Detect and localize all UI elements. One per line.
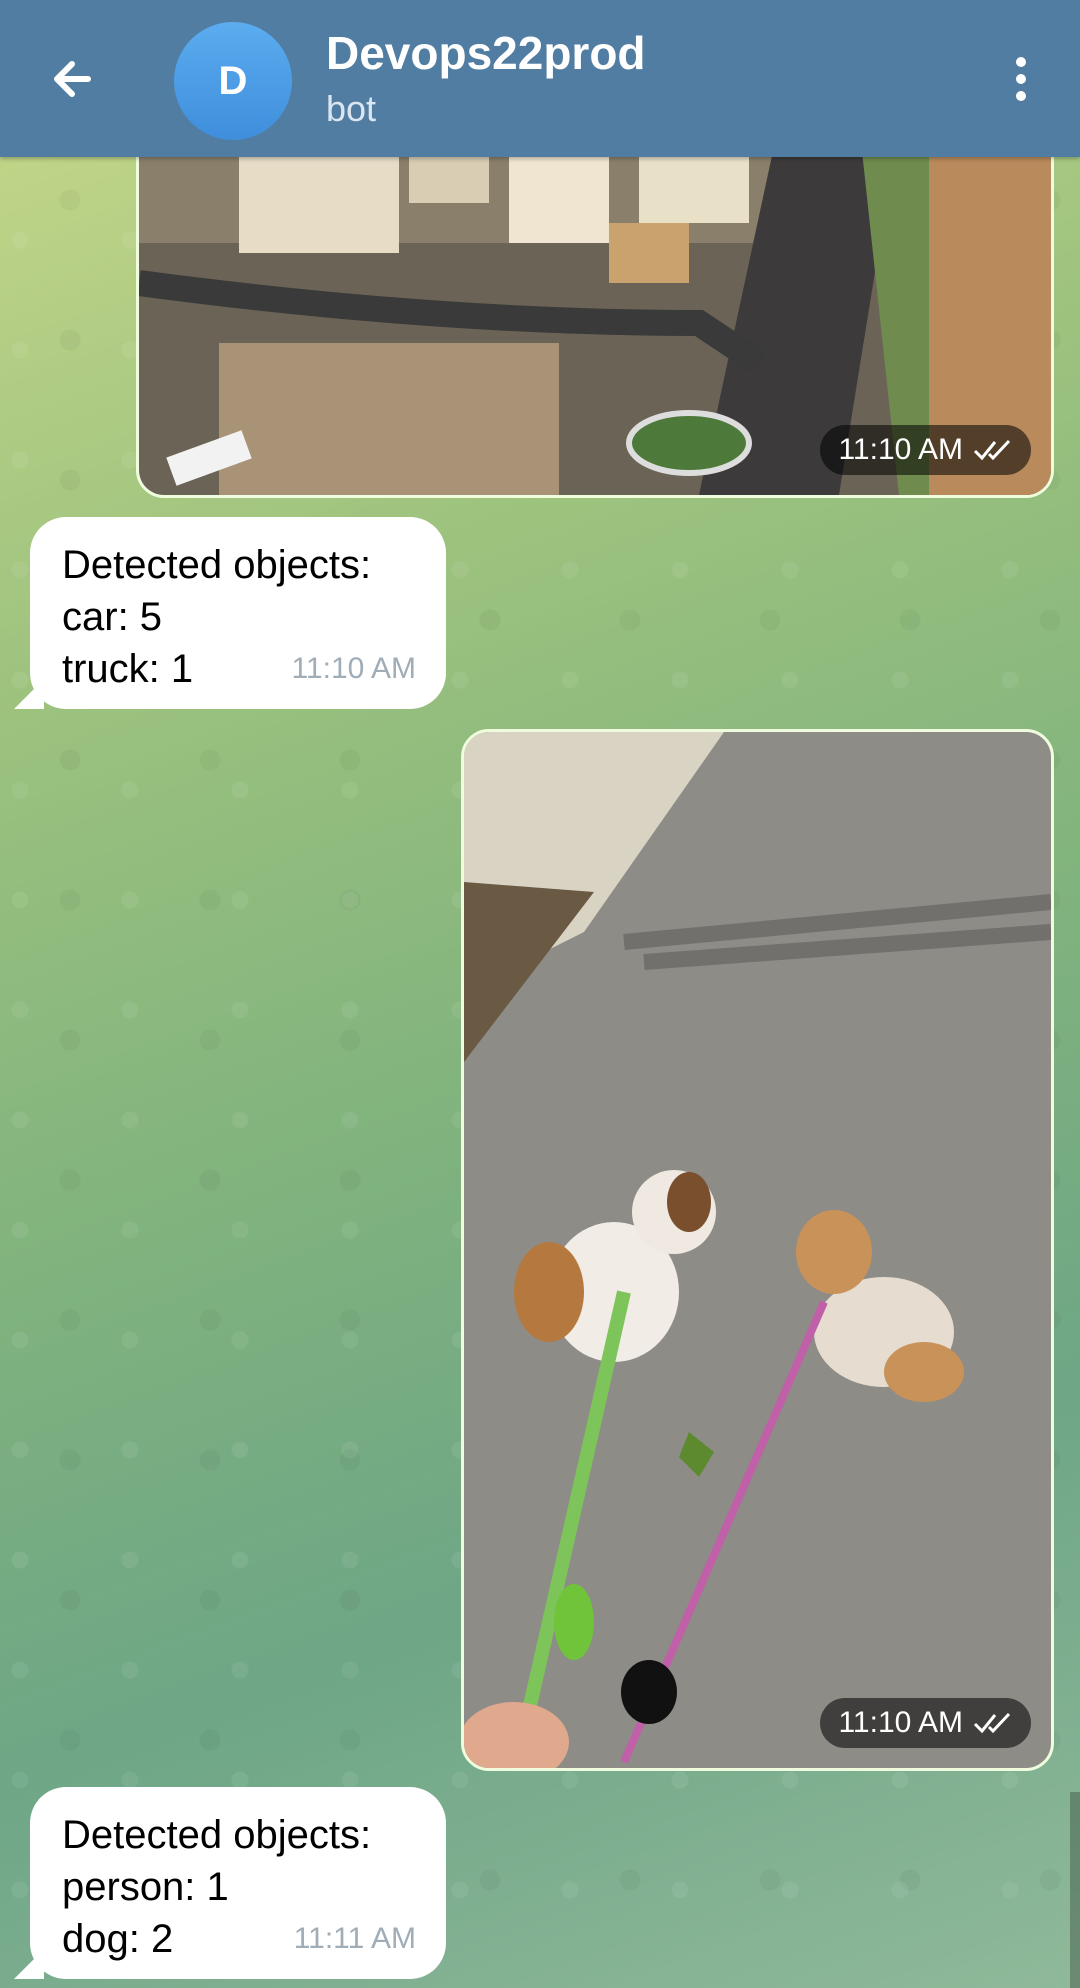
- incoming-text-message[interactable]: Detected objects: person: 1 dog: 2 11:11…: [14, 1787, 446, 1979]
- arrow-left-icon: [54, 61, 91, 97]
- bubble-tail: [14, 679, 44, 709]
- message-time: 11:10 AM: [291, 652, 416, 685]
- scrollbar-thumb[interactable]: [1070, 1792, 1080, 1988]
- incoming-text-message[interactable]: Detected objects: car: 5 truck: 1 11:10 …: [14, 517, 446, 709]
- avatar[interactable]: D: [174, 22, 292, 140]
- photo-message[interactable]: 11:10 AM: [461, 729, 1054, 1771]
- bubble-tail: [14, 1949, 44, 1979]
- photo-message[interactable]: 11:10 AM: [136, 120, 1054, 498]
- more-vertical-icon: [1016, 57, 1026, 101]
- chat-header: D Devops22prod bot: [0, 0, 1080, 157]
- double-check-icon: [973, 1712, 1011, 1734]
- message-line: Detected objects:: [62, 543, 372, 587]
- message-line: car: 5: [62, 595, 163, 639]
- message-time: 11:11 AM: [293, 1922, 416, 1955]
- dogs-photo: [464, 732, 1051, 1768]
- chat-title[interactable]: Devops22prod: [326, 26, 646, 80]
- message-time: 11:10 AM: [820, 1698, 1031, 1748]
- message-time: 11:10 AM: [820, 425, 1031, 475]
- double-check-icon: [973, 439, 1011, 461]
- message-line: person: 1: [62, 1865, 229, 1909]
- back-button[interactable]: [40, 44, 110, 114]
- message-line: Detected objects:: [62, 1813, 372, 1857]
- more-menu-button[interactable]: [986, 44, 1056, 114]
- chat-subtitle: bot: [326, 88, 377, 129]
